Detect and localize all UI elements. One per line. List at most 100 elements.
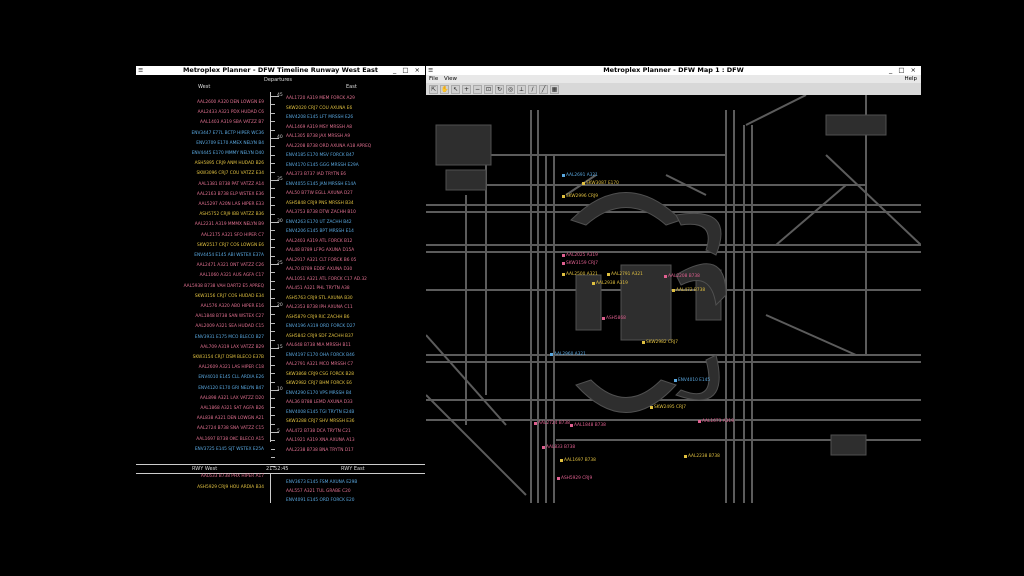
aircraft-icon[interactable]: [664, 275, 667, 278]
flight-strip[interactable]: AAL373 B737 IAD TRYTN E6: [286, 172, 346, 177]
flight-strip[interactable]: ENV4185 E170 MSV FORCK B47: [286, 153, 354, 158]
flight-strip[interactable]: ENV4196 A319 ORD FORCK D27: [286, 324, 355, 329]
flight-strip[interactable]: AAL48 B789 LFPG AXUNA D15A: [286, 248, 354, 253]
pointer-icon[interactable]: ↖: [451, 85, 460, 94]
pan-icon[interactable]: ✋: [440, 85, 449, 94]
aircraft-icon[interactable]: [562, 273, 565, 276]
flight-strip[interactable]: ASH5752 CRJ9 IBB VATZZ B36: [199, 212, 264, 217]
flight-strip[interactable]: ENV4055 E145 JAN MRSSH E14A: [286, 182, 356, 187]
airport-map[interactable]: [426, 95, 921, 503]
flight-strip[interactable]: ENV4290 E170 VPS MRSSH B4: [286, 391, 352, 396]
flight-strip[interactable]: AAL898 A321 LAX VATZZ D20: [200, 396, 264, 401]
flight-strip[interactable]: ASH5848 CRJ9 PNS MRSSH B34: [286, 201, 354, 206]
flight-strip[interactable]: AAL2724 B738 SNA VATZZ C15: [197, 426, 264, 431]
aircraft-icon[interactable]: [557, 477, 560, 480]
window-menu-icon[interactable]: ≡: [138, 66, 143, 75]
map-flight-label[interactable]: SKW2495 CRJ7: [654, 405, 686, 410]
aircraft-icon[interactable]: [607, 273, 610, 276]
layers-icon[interactable]: ▦: [550, 85, 559, 94]
flight-strip[interactable]: ASH5763 CRJ9 STL AXUNA B30: [286, 296, 353, 301]
flight-strip[interactable]: AAL36 B788 LEMD AXUNA D33: [286, 400, 353, 405]
flight-strip[interactable]: AAL451 A321 PHL TRYTN A38: [286, 286, 350, 291]
flight-strip[interactable]: AAL1697 B738 OKC BLECO A15: [196, 437, 264, 442]
menu-view[interactable]: View: [444, 75, 457, 83]
flight-strip[interactable]: AAL633 B738 PHX HIPER A17: [201, 474, 264, 479]
flight-strip[interactable]: ENV3931 E175 MCO BLECO B27: [195, 335, 264, 340]
map-flight-label[interactable]: SKW2996 CRJ9: [566, 194, 598, 199]
flight-strip[interactable]: ENV3725 E145 SJT WSTEX E25A: [195, 447, 264, 452]
flight-strip[interactable]: ASH5895 CRJ9 ANM HUDAD B26: [195, 161, 264, 166]
flight-strip[interactable]: SKW3868 CRJ9 CSG FORCK B28: [286, 372, 354, 377]
map-canvas[interactable]: AAL2691 A321 SKW3087 E170 SKW2996 CRJ9 AAL2…: [426, 95, 921, 503]
flight-strip[interactable]: ENV4010 E145 CLL ARDIA E26: [198, 375, 264, 380]
flight-strip[interactable]: AAL2163 B738 ELP WSTEX E36: [197, 192, 264, 197]
flight-strip[interactable]: ASH5929 CRJ9 HOU ARDIA B34: [197, 485, 264, 490]
aircraft-icon[interactable]: [650, 406, 653, 409]
flight-strip[interactable]: ASH5842 CRJ9 SDF ZACHH B37: [286, 334, 353, 339]
aircraft-icon[interactable]: [562, 262, 565, 265]
map-flight-label[interactable]: SKW3087 E170: [586, 181, 619, 186]
flight-strip[interactable]: ENV3447 E77L BCTP HIPER WC36: [192, 131, 264, 136]
flight-strip[interactable]: AAL557 A321 TUL GRABE C20: [286, 489, 351, 494]
flight-strip[interactable]: ENV4170 E145 GGG MRSSH E29A: [286, 163, 359, 168]
flight-strip[interactable]: AAL2917 A321 CLT FORCK B6 05: [286, 258, 356, 263]
aircraft-icon[interactable]: [562, 174, 565, 177]
aircraft-icon[interactable]: [698, 420, 701, 423]
map-flight-label[interactable]: AAL1848 B738: [574, 423, 606, 428]
menu-file[interactable]: File: [429, 75, 438, 83]
rotate-icon[interactable]: ↻: [495, 85, 504, 94]
flight-strip[interactable]: AAL2353 B738 IPH AXUNA C11: [286, 305, 353, 310]
map-flight-label[interactable]: ASH5929 CRJ9: [561, 476, 592, 481]
flight-strip[interactable]: SKW3156 CRJ7 COS HUDAD E34: [195, 294, 264, 299]
map-flight-label[interactable]: AAL472 B738: [676, 288, 705, 293]
flight-strip[interactable]: ASH5879 CRJ9 RIC ZACHH B6: [286, 315, 350, 320]
window-menu-icon[interactable]: ≡: [428, 66, 433, 75]
flight-strip[interactable]: SKW3154 CRJ7 DSM BLECO E37B: [193, 355, 264, 360]
flight-strip[interactable]: AAL1921 A319 XNA AXUNA A13: [286, 438, 355, 443]
zoom-in-icon[interactable]: +: [462, 85, 471, 94]
flight-strip[interactable]: ENV4208 E145 LFT MRSSH E26: [286, 115, 353, 120]
aircraft-icon[interactable]: [534, 422, 537, 425]
flight-strip[interactable]: AAL1403 A319 SBA VATZZ B7: [200, 120, 264, 125]
zoom-fit-icon[interactable]: ⊡: [484, 85, 493, 94]
flight-strip[interactable]: AAL648 B738 MIA MRSSH B11: [286, 343, 351, 348]
flight-strip[interactable]: ENV3673 E145 FSM AXUNA E29B: [286, 480, 357, 485]
aircraft-icon[interactable]: [602, 317, 605, 320]
map-flight-label[interactable]: AAL2500 A321: [566, 272, 598, 277]
flight-strip[interactable]: AAL5938 B738 VAH DART2 E5 APREQ: [184, 284, 264, 289]
map-flight-label[interactable]: SKW3159 CRJ7: [566, 261, 598, 266]
flight-strip[interactable]: AAL50 B77W EGLL AXUNA D27: [286, 191, 353, 196]
map-flight-label[interactable]: AAL2791 A321: [611, 272, 643, 277]
flight-strip[interactable]: AAL2175 A321 SFO HIPER C7: [201, 233, 264, 238]
map-flight-label[interactable]: AAL2691 A321: [566, 173, 598, 178]
map-flight-label[interactable]: AAL1697 B738: [564, 458, 596, 463]
flight-strip[interactable]: ENV4263 E170 UT ZACHH B42: [286, 220, 352, 225]
flight-strip[interactable]: AAL1868 A321 SAT AGFA B26: [200, 406, 264, 411]
aircraft-icon[interactable]: [560, 459, 563, 462]
flight-strip[interactable]: ENV3709 E170 AMEX NELYN B4: [196, 141, 264, 146]
ruler-icon[interactable]: ∕: [528, 85, 537, 94]
aircraft-icon[interactable]: [550, 353, 553, 356]
flight-strip[interactable]: AAL1305 B738 JAX MRSSH A9: [286, 134, 350, 139]
flight-strip[interactable]: AAL472 B738 DCA TRYTN C21: [286, 429, 351, 434]
flight-strip[interactable]: SKW2517 CRJ7 COS LOWGN E6: [197, 243, 264, 248]
flight-strip[interactable]: AAL2471 A321 ONT VATZZ C26: [197, 263, 264, 268]
flight-strip[interactable]: AAL709 A319 LAX VATZZ B29: [200, 345, 264, 350]
map-flight-label[interactable]: SKW2982 CRJ7: [646, 340, 678, 345]
flight-strip[interactable]: SKW2020 CRJ7 COU AXUNA E6: [286, 106, 352, 111]
flight-strip[interactable]: ENV4454 E145 ABI WSTEX E37A: [194, 253, 264, 258]
flight-strip[interactable]: AAL2609 A321 LAS HIPER C18: [199, 365, 264, 370]
flight-strip[interactable]: AAL2208 B738 ORD AXUNA A18 APREQ: [286, 144, 371, 149]
flight-strip[interactable]: AAL1720 A319 MEM FORCK A29: [286, 96, 355, 101]
flight-strip[interactable]: ENV4197 E170 OHA FORCK B46: [286, 353, 355, 358]
flight-strip[interactable]: AAL1060 A321 AUS AGFA C17: [200, 273, 264, 278]
flight-strip[interactable]: ENV4091 E145 ORD FORCK E20: [286, 498, 355, 503]
flight-strip[interactable]: AAL576 A320 ABO HIPER E16: [201, 304, 264, 309]
menu-help[interactable]: Help: [904, 75, 917, 83]
aircraft-icon[interactable]: [674, 379, 677, 382]
flight-strip[interactable]: ENV4206 E145 BPT MRSSH E14: [286, 229, 354, 234]
flight-strip[interactable]: AAL2433 A321 PDX HUDAD C6: [198, 110, 264, 115]
map-flight-label[interactable]: AAL2238 B738: [688, 454, 720, 459]
flight-strip[interactable]: ENV4120 E170 GRI NELYN B47: [198, 386, 264, 391]
measure-icon[interactable]: ⟂: [517, 85, 526, 94]
